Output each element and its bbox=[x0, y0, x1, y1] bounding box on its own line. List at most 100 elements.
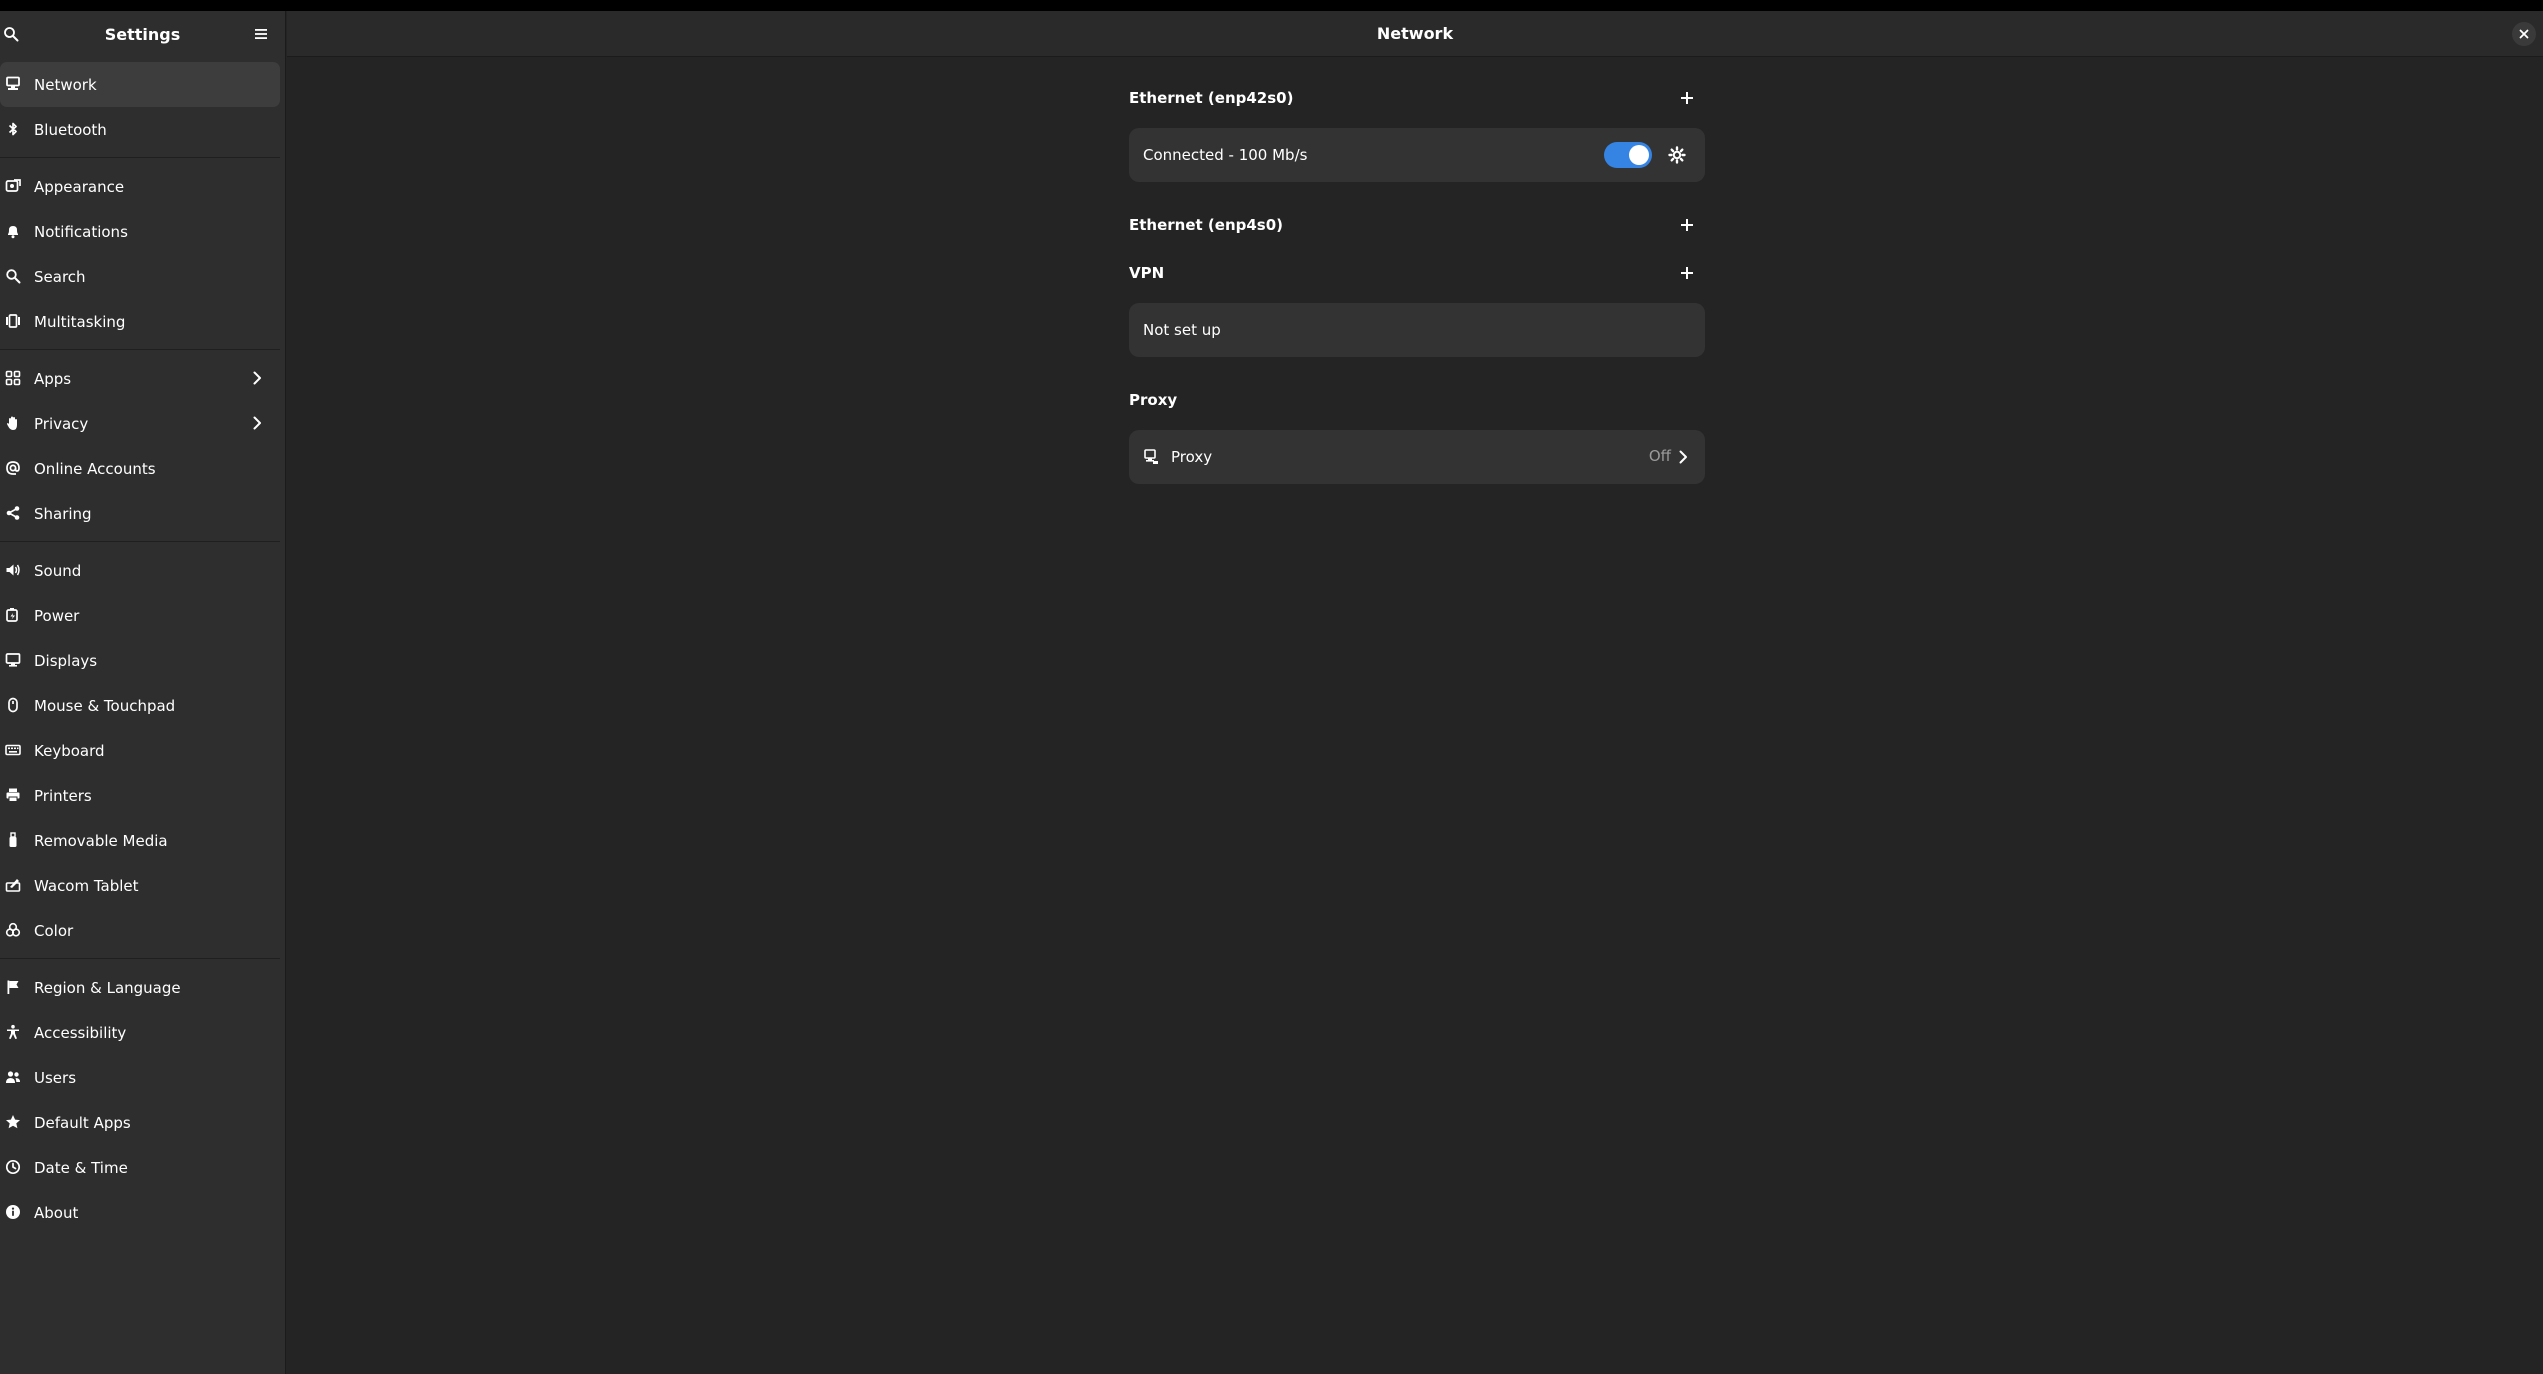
chevron-right-icon bbox=[1679, 450, 1687, 464]
sidebar-item-label: Bluetooth bbox=[34, 120, 107, 139]
sidebar-item-label: Sound bbox=[34, 561, 82, 580]
sidebar-item-label: Removable Media bbox=[34, 831, 168, 850]
vpn-header: VPN bbox=[1129, 255, 1705, 291]
sidebar-item-wacom-tablet[interactable]: Wacom Tablet bbox=[0, 863, 280, 908]
sidebar-item-label: Printers bbox=[34, 786, 92, 805]
sidebar-item-label: Wacom Tablet bbox=[34, 876, 139, 895]
color-icon bbox=[5, 922, 21, 938]
add-vpn-button[interactable] bbox=[1677, 263, 1697, 283]
sidebar-item-multitasking[interactable]: Multitasking bbox=[0, 299, 280, 344]
info-icon bbox=[5, 1204, 21, 1220]
mouse-icon bbox=[5, 697, 21, 713]
sidebar-item-label: Search bbox=[34, 267, 86, 286]
connection-status: Connected - 100 Mb/s bbox=[1143, 146, 1308, 164]
keyboard-icon bbox=[5, 742, 21, 758]
network-proxy-icon bbox=[1144, 449, 1158, 464]
vpn-row: Not set up bbox=[1129, 303, 1705, 357]
clock-icon bbox=[5, 1159, 21, 1175]
plus-icon bbox=[1681, 92, 1693, 104]
sidebar-item-sharing[interactable]: Sharing bbox=[0, 491, 280, 536]
sidebar-item-label: Multitasking bbox=[34, 312, 126, 331]
sidebar-nav: Network Bluetooth Appearance Notifications S… bbox=[0, 62, 286, 1235]
sidebar-item-online-accounts[interactable]: Online Accounts bbox=[0, 446, 280, 491]
search-button[interactable] bbox=[0, 20, 25, 48]
sidebar-item-label: Keyboard bbox=[34, 741, 105, 760]
multitasking-icon bbox=[5, 313, 21, 329]
sidebar-item-label: Mouse & Touchpad bbox=[34, 696, 176, 715]
battery-icon bbox=[5, 607, 21, 623]
appearance-icon bbox=[5, 178, 21, 194]
sidebar-item-printers[interactable]: Printers bbox=[0, 773, 280, 818]
monitor-icon bbox=[5, 652, 21, 668]
gear-icon[interactable] bbox=[1668, 146, 1686, 164]
section-title: Ethernet (enp42s0) bbox=[1129, 89, 1294, 107]
search-icon bbox=[5, 268, 21, 284]
page-title: Network bbox=[1376, 24, 1454, 43]
add-ethernet-enp4s0-button[interactable] bbox=[1677, 215, 1697, 235]
sidebar-title: Settings bbox=[104, 24, 181, 44]
sidebar-item-keyboard[interactable]: Keyboard bbox=[0, 728, 280, 773]
sidebar-item-appearance[interactable]: Appearance bbox=[0, 164, 280, 209]
sidebar-item-label: Online Accounts bbox=[34, 459, 156, 478]
sidebar-header: Settings bbox=[0, 11, 285, 57]
sidebar-item-privacy[interactable]: Privacy bbox=[0, 401, 280, 446]
chevron-right-icon bbox=[253, 416, 261, 430]
ethernet-enp4s0-header: Ethernet (enp4s0) bbox=[1129, 207, 1705, 243]
usb-drive-icon bbox=[5, 832, 21, 848]
ethernet-toggle-switch[interactable] bbox=[1604, 142, 1652, 168]
section-title: VPN bbox=[1129, 264, 1165, 282]
sidebar-item-network[interactable]: Network bbox=[0, 62, 280, 107]
sidebar-item-label: Accessibility bbox=[34, 1023, 127, 1042]
sidebar-item-users[interactable]: Users bbox=[0, 1055, 280, 1100]
users-icon bbox=[5, 1069, 21, 1085]
sidebar-item-power[interactable]: Power bbox=[0, 593, 280, 638]
sidebar-item-color[interactable]: Color bbox=[0, 908, 280, 953]
sidebar-item-mouse-and-touchpad[interactable]: Mouse & Touchpad bbox=[0, 683, 280, 728]
sidebar-item-displays[interactable]: Displays bbox=[0, 638, 280, 683]
sidebar-item-search[interactable]: Search bbox=[0, 254, 280, 299]
section-title: Proxy bbox=[1129, 391, 1178, 409]
sidebar-item-date-and-time[interactable]: Date & Time bbox=[0, 1145, 280, 1190]
sidebar-item-sound[interactable]: Sound bbox=[0, 548, 280, 593]
ethernet-enp42s0-header: Ethernet (enp42s0) bbox=[1129, 80, 1705, 116]
sidebar-item-apps[interactable]: Apps bbox=[0, 356, 280, 401]
star-icon bbox=[5, 1114, 21, 1130]
hand-icon bbox=[5, 415, 21, 431]
at-sign-icon bbox=[5, 460, 21, 476]
sidebar-item-label: About bbox=[34, 1203, 79, 1222]
sidebar-item-label: Displays bbox=[34, 651, 98, 670]
share-icon bbox=[5, 505, 21, 521]
sidebar-item-bluetooth[interactable]: Bluetooth bbox=[0, 107, 280, 152]
sidebar-item-default-apps[interactable]: Default Apps bbox=[0, 1100, 280, 1145]
sidebar-item-label: Power bbox=[34, 606, 80, 625]
sidebar-item-removable-media[interactable]: Removable Media bbox=[0, 818, 280, 863]
printer-icon bbox=[5, 787, 21, 803]
sidebar-item-label: Appearance bbox=[34, 177, 125, 196]
sidebar-item-region-and-language[interactable]: Region & Language bbox=[0, 965, 280, 1010]
top-bar-strip bbox=[0, 0, 2543, 11]
vpn-status: Not set up bbox=[1143, 321, 1221, 339]
sidebar-item-notifications[interactable]: Notifications bbox=[0, 209, 280, 254]
network-content: Ethernet (enp42s0) Connected - 100 Mb/s bbox=[1129, 80, 1705, 484]
proxy-state: Off bbox=[1648, 447, 1671, 465]
proxy-row[interactable]: Proxy Off bbox=[1129, 430, 1705, 484]
sidebar-item-label: Region & Language bbox=[34, 978, 181, 997]
apps-grid-icon bbox=[5, 370, 21, 386]
sidebar-item-accessibility[interactable]: Accessibility bbox=[0, 1010, 280, 1055]
hamburger-menu-icon bbox=[255, 29, 267, 39]
sidebar-item-label: Apps bbox=[34, 369, 72, 388]
main-menu-button[interactable] bbox=[247, 20, 275, 48]
network-icon bbox=[5, 76, 21, 92]
sidebar-item-label: Users bbox=[34, 1068, 77, 1087]
sidebar-separator bbox=[0, 157, 280, 158]
chevron-right-icon bbox=[253, 371, 261, 385]
speaker-icon bbox=[5, 562, 21, 578]
sidebar-item-about[interactable]: About bbox=[0, 1190, 280, 1235]
plus-icon bbox=[1681, 267, 1693, 279]
close-button[interactable] bbox=[2512, 22, 2536, 46]
bell-icon bbox=[5, 223, 21, 239]
close-icon bbox=[2519, 29, 2529, 39]
add-ethernet-enp42s0-button[interactable] bbox=[1677, 88, 1697, 108]
tablet-icon bbox=[5, 877, 21, 893]
sidebar-item-label: Network bbox=[34, 75, 97, 94]
